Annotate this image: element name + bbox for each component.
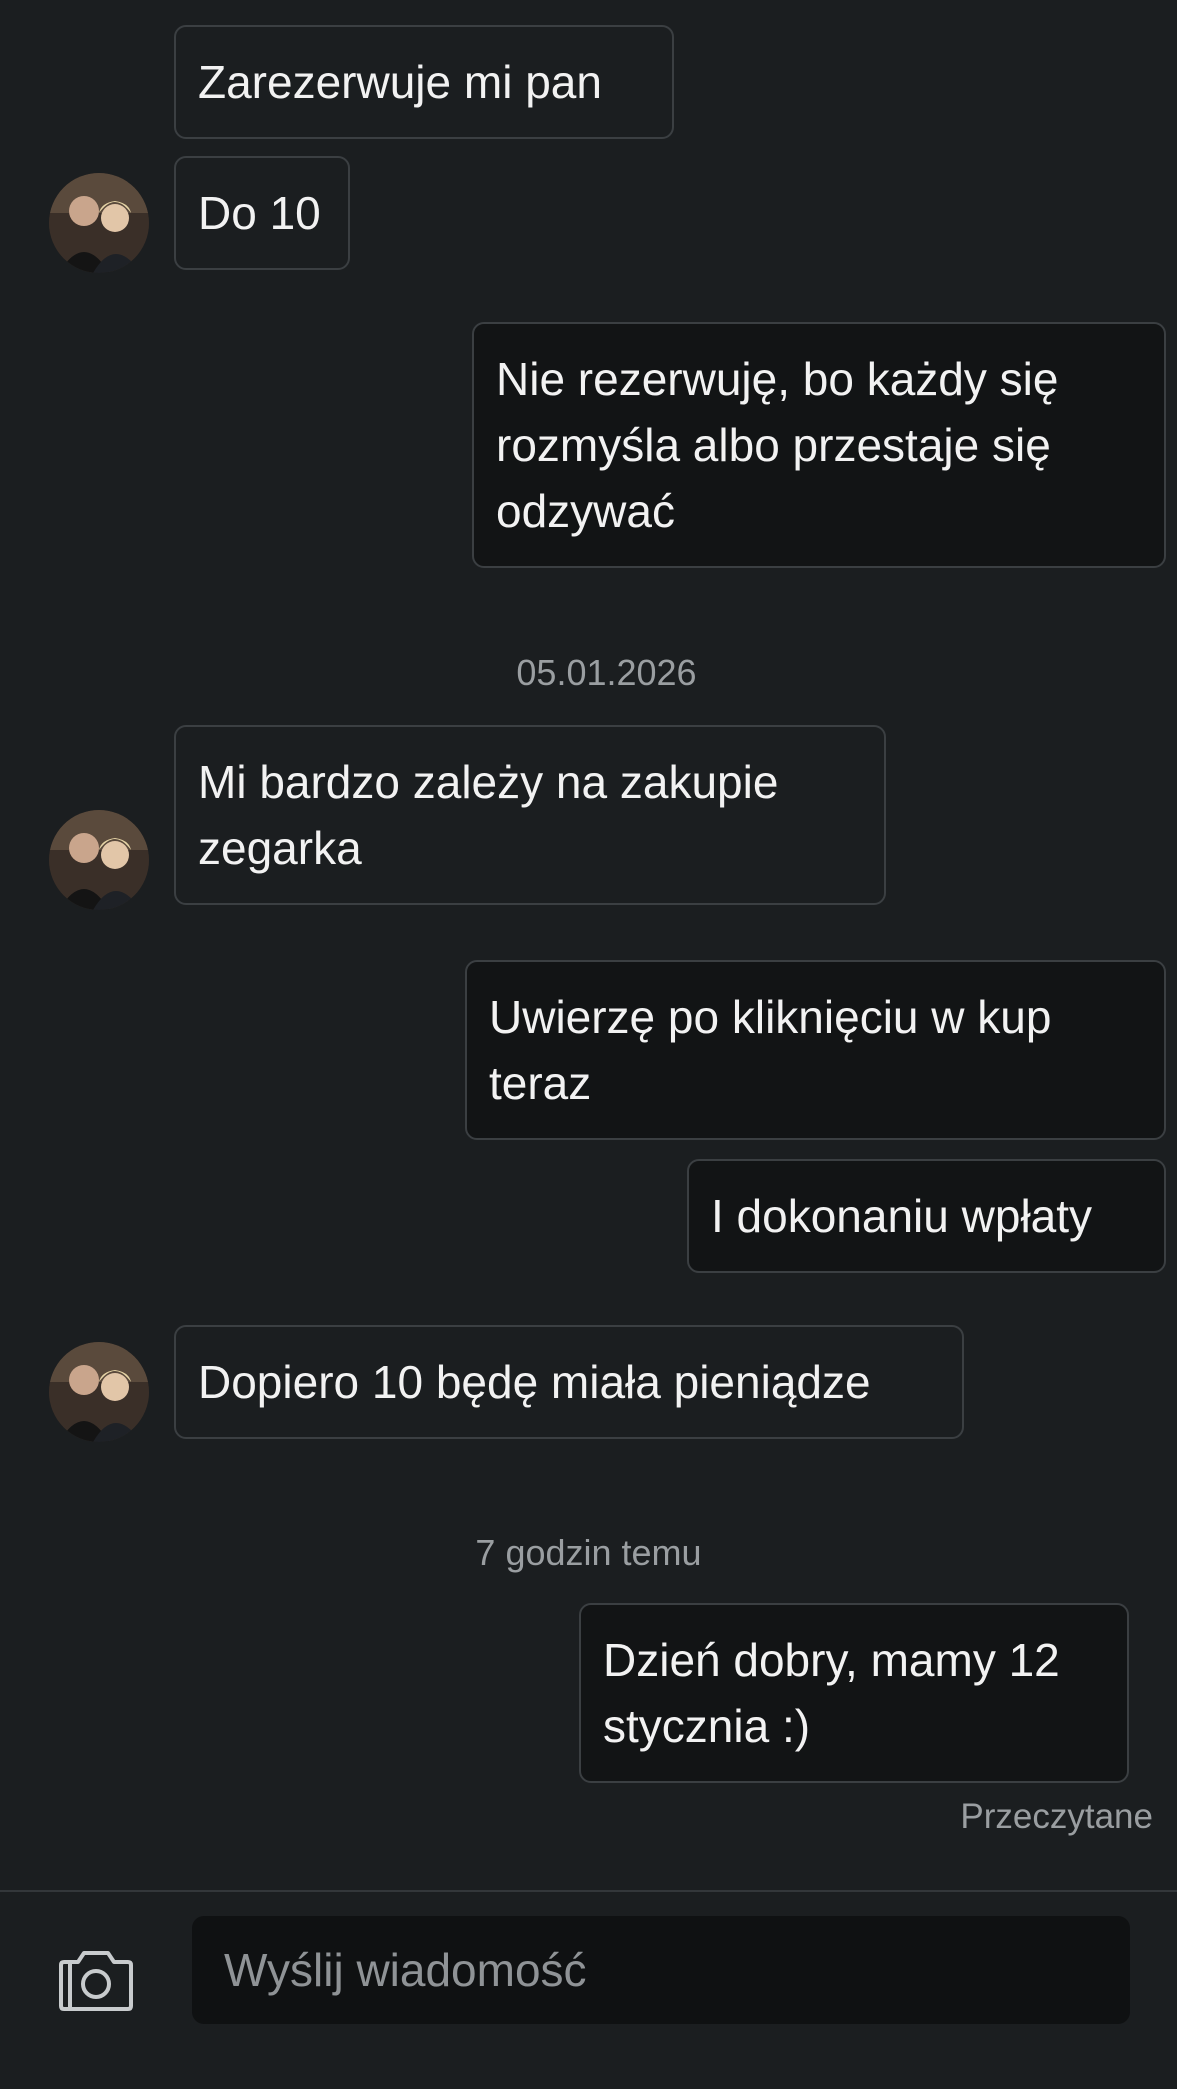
message-text: Mi bardzo zależy na zakupie zegarka	[198, 756, 779, 874]
outgoing-message[interactable]: Nie rezerwuję, bo każdy się rozmyśla alb…	[472, 322, 1166, 568]
camera-icon	[59, 1951, 133, 2011]
avatar-photo	[49, 173, 149, 273]
incoming-message[interactable]: Zarezerwuje mi pan	[174, 25, 674, 139]
avatar-photo	[49, 1342, 149, 1442]
message-text: Nie rezerwuję, bo każdy się rozmyśla alb…	[496, 353, 1059, 537]
outgoing-message[interactable]: Uwierzę po kliknięciu w kup teraz	[465, 960, 1166, 1140]
incoming-message[interactable]: Mi bardzo zależy na zakupie zegarka	[174, 725, 886, 905]
avatar[interactable]	[49, 173, 149, 273]
message-text: I dokonaniu wpłaty	[711, 1190, 1093, 1242]
message-text: Do 10	[198, 187, 321, 239]
incoming-message[interactable]: Dopiero 10 będę miała pieniądze	[174, 1325, 964, 1439]
message-text: Dopiero 10 będę miała pieniądze	[198, 1356, 871, 1408]
message-composer	[0, 1890, 1177, 2089]
avatar[interactable]	[49, 810, 149, 910]
message-input[interactable]	[192, 1916, 1130, 2024]
avatar[interactable]	[49, 1342, 149, 1442]
outgoing-message[interactable]: Dzień dobry, mamy 12 stycznia :)	[579, 1603, 1129, 1783]
message-text: Dzień dobry, mamy 12 stycznia :)	[603, 1634, 1060, 1752]
avatar-photo	[49, 810, 149, 910]
incoming-message[interactable]: Do 10	[174, 156, 350, 270]
message-text: Zarezerwuje mi pan	[198, 56, 602, 108]
read-status: Przeczytane	[960, 1797, 1153, 1836]
date-separator: 05.01.2026	[516, 652, 697, 693]
camera-button[interactable]	[58, 1948, 134, 2012]
outgoing-message[interactable]: I dokonaniu wpłaty	[687, 1159, 1166, 1273]
message-text: Uwierzę po kliknięciu w kup teraz	[489, 991, 1052, 1109]
date-separator: 7 godzin temu	[475, 1532, 702, 1573]
chat-screen: Zarezerwuje mi pan Do 10 Nie rezerwuję, …	[0, 0, 1177, 2089]
